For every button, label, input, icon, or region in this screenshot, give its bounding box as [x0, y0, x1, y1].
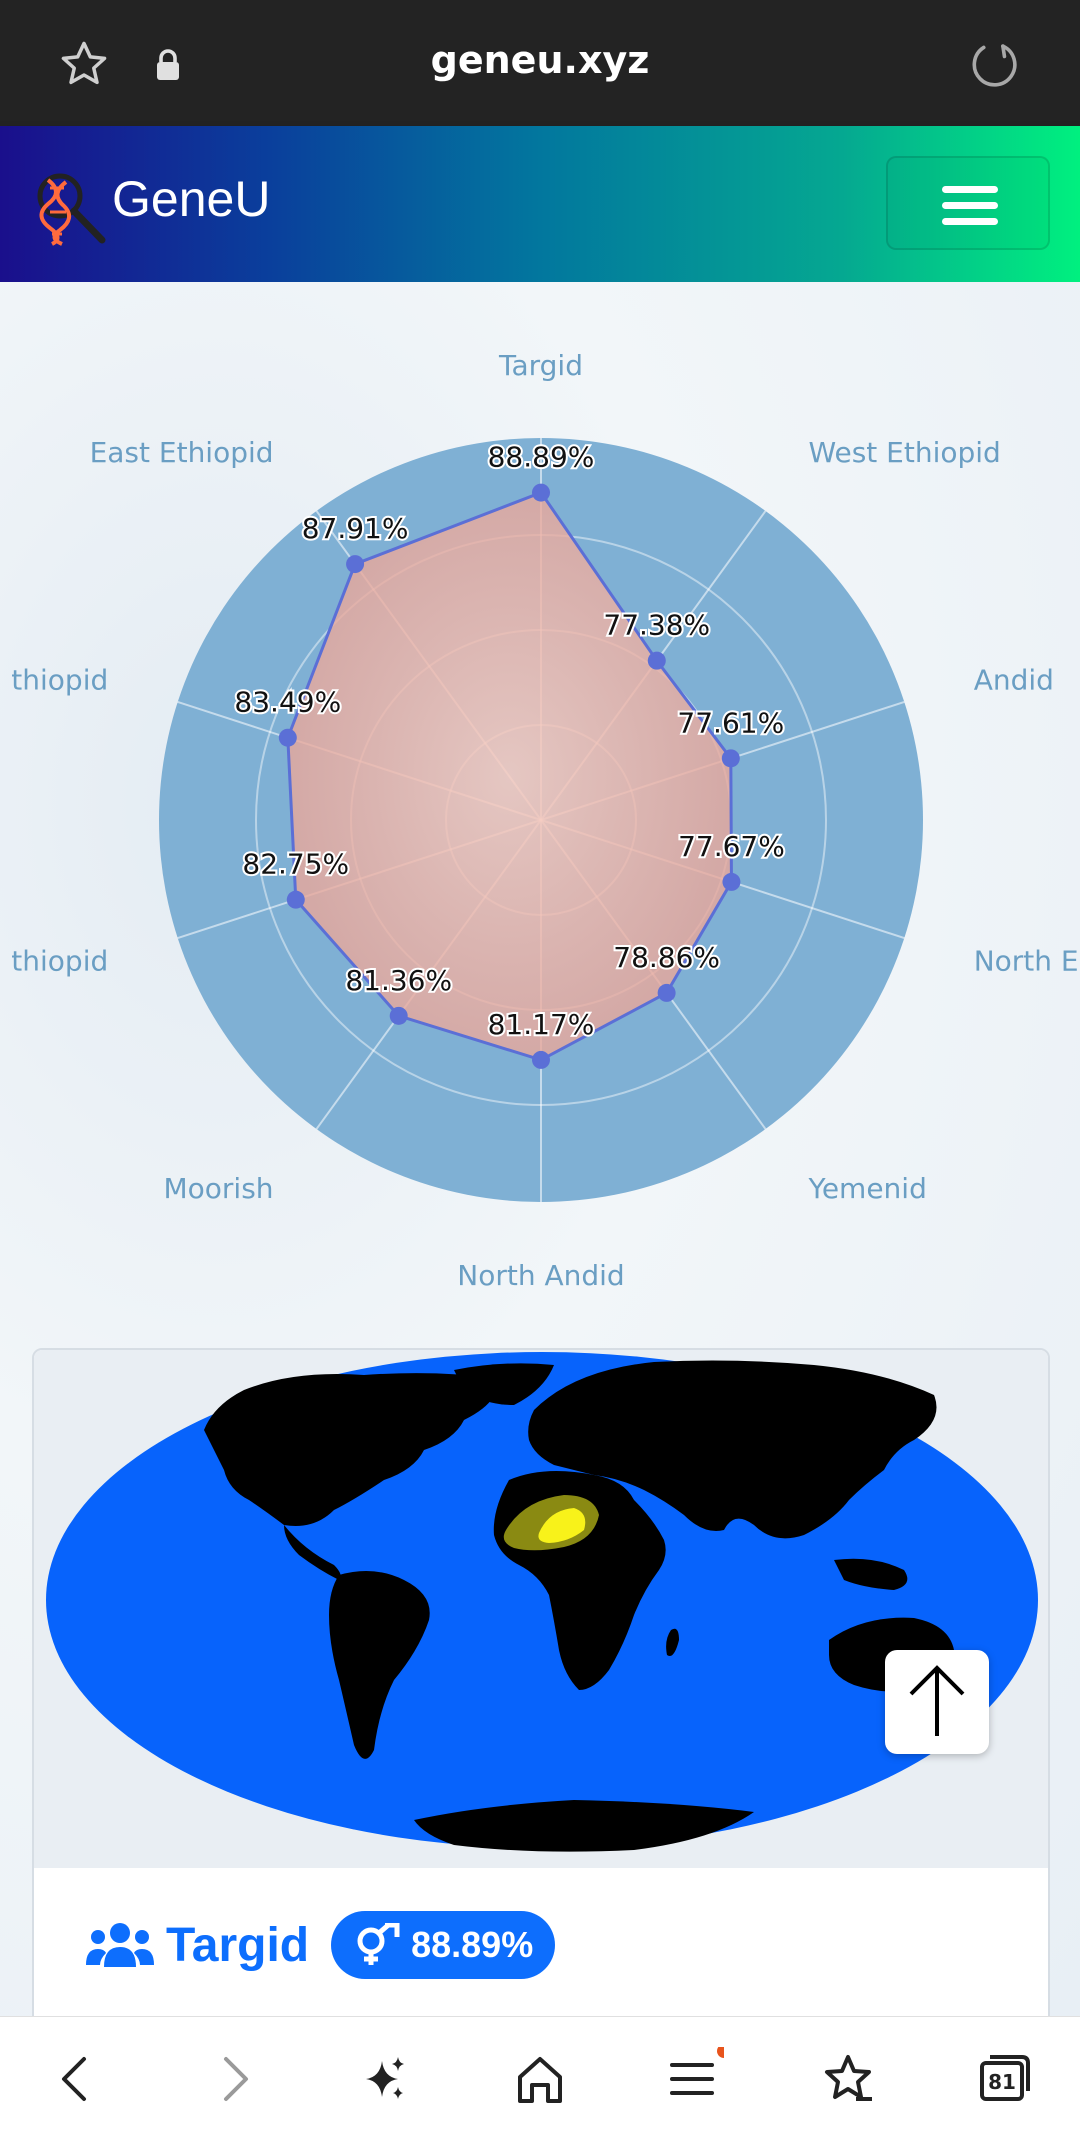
radar-point [532, 483, 550, 502]
menu-bar-icon [942, 186, 998, 193]
radar-value-label: 83.49% [234, 686, 341, 719]
radar-category-label: East Ethiopid [90, 436, 274, 469]
result-percent: 88.89% [411, 1924, 534, 1965]
radar-point [657, 983, 676, 1002]
radar-value-label: 77.61% [677, 706, 784, 739]
hamburger-menu-button[interactable] [886, 156, 1050, 250]
radar-category-label: North Andid [457, 1259, 624, 1292]
radar-category-label: West Ethiopid [808, 436, 1000, 469]
radar-value-label: 81.36% [345, 964, 452, 997]
reload-icon[interactable] [968, 38, 1022, 92]
dna-magnifier-logo-icon[interactable] [30, 168, 110, 248]
back-arrow-icon[interactable] [44, 2047, 108, 2111]
result-title-row: Targid 88.89% [86, 1910, 556, 1980]
arrow-up-icon [909, 1665, 965, 1736]
radar-point [721, 749, 740, 768]
menu-bar-icon [942, 202, 998, 209]
radar-value-label: 78.86% [613, 941, 720, 974]
radar-category-label: Andid [974, 663, 1054, 696]
app-header: GeneU [0, 126, 1080, 282]
radar-value-label: 77.38% [603, 609, 710, 642]
tabs-icon[interactable]: 81 [972, 2047, 1036, 2111]
radar-category-label: North E [974, 945, 1079, 978]
radar-point [278, 728, 297, 747]
radar-value-label: 87.91% [302, 512, 409, 545]
radar-point [647, 651, 666, 670]
tab-count: 81 [988, 2070, 1016, 2094]
mars-venus-icon [357, 1923, 400, 1965]
radar-chart: 88.89% 77.38% 77.61% 77.67% 78.86% 81.17% 81.3… [11, 349, 1079, 1292]
radar-value-label: 82.75% [242, 848, 349, 881]
radar-value-label: 88.89% [488, 441, 595, 474]
forward-arrow-icon[interactable] [202, 2047, 266, 2111]
brand-name[interactable]: GeneU [112, 170, 270, 228]
menu-bar-icon [942, 218, 998, 225]
url-bar[interactable]: geneu.xyz [0, 38, 1080, 82]
radar-category-label: thiopid [11, 663, 108, 696]
radar-category-label: Yemenid [807, 1172, 926, 1205]
radar-value-label: 77.67% [678, 830, 785, 863]
radar-value-label: 81.17% [488, 1008, 595, 1041]
result-percent-badge: 88.89% [331, 1911, 556, 1979]
radar-category-label: thiopid [11, 945, 108, 978]
radar-point [346, 555, 365, 574]
radar-point [722, 872, 741, 891]
world-map [46, 1352, 1038, 1852]
browser-bottom-nav: 81 [0, 2016, 1080, 2140]
favorites-star-icon[interactable] [816, 2047, 880, 2111]
radar-point [532, 1050, 550, 1069]
home-icon[interactable] [508, 2047, 572, 2111]
radar-category-label: Targid [498, 349, 583, 382]
menu-lines-icon[interactable] [660, 2047, 724, 2111]
result-title: Targid [166, 1918, 310, 1972]
radar-point [286, 890, 305, 909]
browser-toolbar: geneu.xyz [0, 0, 1080, 126]
radar-category-label: Moorish [164, 1172, 274, 1205]
scroll-to-top-button[interactable] [885, 1650, 989, 1754]
radar-point [389, 1006, 408, 1025]
users-group-icon [86, 1923, 154, 1967]
sparkle-ai-icon[interactable] [352, 2047, 416, 2111]
